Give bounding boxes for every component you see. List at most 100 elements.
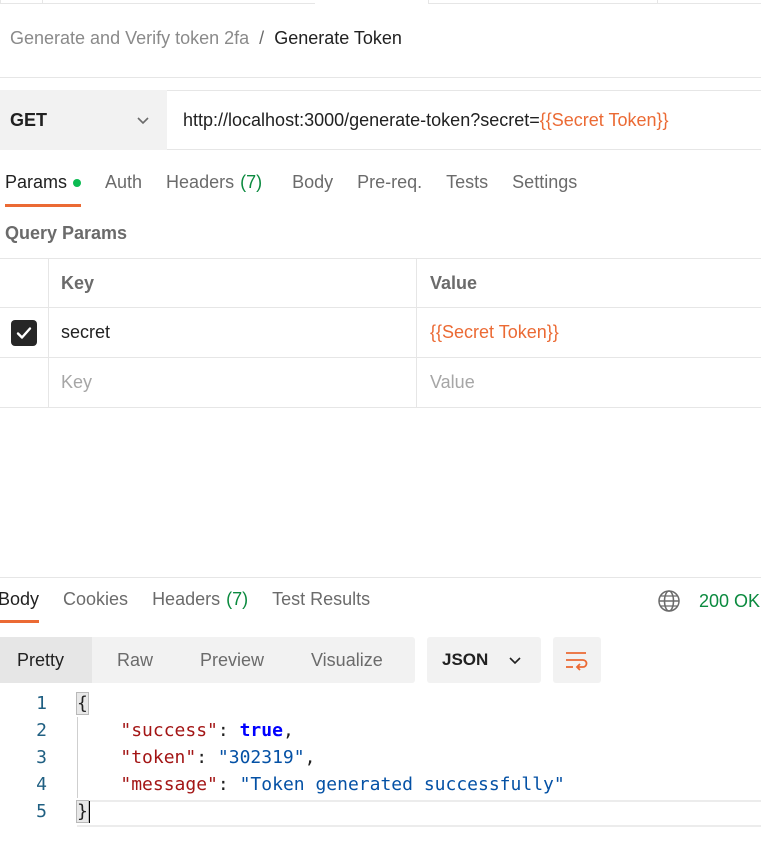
tab-auth[interactable]: Auth [105,172,142,207]
json-value: "302319" [217,747,305,768]
code-line: 5 } [0,798,761,825]
code-line: 2 "success": true, [0,717,761,744]
top-tab-strip [0,0,761,4]
new-value-input[interactable]: Value [417,358,761,407]
query-params-title: Query Params [5,223,128,243]
breadcrumb-separator: / [259,28,265,48]
new-key-input[interactable]: Key [49,358,417,407]
response-headers-count: (7) [226,589,249,609]
wrap-lines-icon [566,652,588,671]
response-body-editor[interactable]: 1 { 2 "success": true, 3 "token": "30231… [0,690,761,825]
tab-tests[interactable]: Tests [446,172,488,207]
open-brace: { [76,692,89,715]
header-divider [0,77,761,78]
view-pretty-button[interactable]: Pretty [0,637,92,683]
line-number: 4 [36,774,47,795]
close-brace: } [76,799,89,823]
line-number: 1 [36,693,47,714]
tab-settings[interactable]: Settings [512,172,577,207]
format-select[interactable]: JSON [427,637,541,683]
chevron-down-icon [509,657,521,665]
tab-test-results-label: Test Results [272,589,371,609]
url-variable: {{Secret Token}} [539,109,669,130]
table-header-row: Key Value [0,258,761,308]
tab-prereq[interactable]: Pre-req. [357,172,422,207]
request-url-bar: GET http://localhost:3000/generate-token… [0,90,761,150]
tab-response-headers[interactable]: Headers (7) [152,589,248,623]
table-row: secret {{Secret Token}} [0,308,761,358]
response-tabs: Body Cookies Headers (7) Test Results [0,589,394,623]
json-key: "token" [120,747,197,768]
json-value: true [239,720,283,741]
line-number: 2 [36,720,47,741]
query-params-table: Key Value secret {{Secret Token}} Key Va… [0,258,761,408]
tab-tests-label: Tests [446,172,489,192]
tab-response-headers-label: Headers [152,589,221,609]
headers-count: (7) [240,172,263,192]
tab-params[interactable]: Params [5,172,82,207]
code-text: { [76,692,89,715]
json-comma: , [282,720,294,741]
json-value: "Token generated successfully" [239,774,565,795]
tab-settings-label: Settings [512,172,578,192]
tab-cookies-label: Cookies [63,589,129,609]
globe-icon[interactable] [657,589,681,613]
code-line: 1 { [0,690,761,717]
param-enable-checkbox[interactable] [11,319,37,346]
method-label: GET [10,109,48,130]
code-text: } [76,799,90,823]
line-number: 5 [36,801,47,822]
table-row-empty: Key Value [0,358,761,408]
chevron-down-icon [137,117,149,125]
breadcrumb: Generate and Verify token 2fa / Generate… [10,28,402,49]
param-value-input[interactable]: {{Secret Token}} [417,308,761,357]
tab-test-results[interactable]: Test Results [272,589,370,623]
json-comma: , [304,747,316,768]
view-raw-button[interactable]: Raw [92,637,176,683]
view-preview-button[interactable]: Preview [176,637,291,683]
code-text: "message": "Token generated successfully… [120,774,565,795]
param-enable-cell [0,308,49,357]
request-tabs: Params Auth Headers (7) Body Pre-req. Tes… [5,172,601,207]
code-line: 3 "token": "302319", [0,744,761,771]
view-visualize-button[interactable]: Visualize [291,637,415,683]
key-column-header: Key [49,259,417,307]
wrap-lines-button[interactable] [553,637,601,683]
breadcrumb-request-name[interactable]: Generate Token [274,28,402,49]
top-tab-segment[interactable] [428,0,657,4]
format-label: JSON [442,650,489,669]
status-code[interactable]: 200 OK [699,591,760,612]
url-input[interactable]: http://localhost:3000/generate-token?sec… [167,90,761,150]
params-active-dot [73,178,82,187]
url-text: http://localhost:3000/generate-token?sec… [183,109,540,130]
value-column-header: Value [430,272,478,293]
check-icon [16,326,32,339]
tab-headers[interactable]: Headers (7) [166,172,262,207]
tab-auth-label: Auth [105,172,143,192]
tab-response-body-label: Body [0,589,40,609]
tab-body-label: Body [292,172,334,192]
top-tab-segment[interactable] [657,0,761,4]
code-text: "success": true, [120,720,294,741]
tab-body[interactable]: Body [292,172,333,207]
tab-headers-label: Headers [166,172,235,192]
tab-prereq-label: Pre-req. [357,172,423,192]
breadcrumb-collection[interactable]: Generate and Verify token 2fa [10,28,249,49]
response-divider [0,577,761,578]
method-select[interactable]: GET [0,90,167,150]
view-mode-group: Pretty Raw Preview Visualize [0,637,415,683]
line-number: 3 [36,747,47,768]
tab-params-label: Params [5,172,68,192]
top-tab-segment[interactable] [0,0,42,4]
checkbox-column-header [0,259,49,307]
response-status: 200 OK [657,589,760,613]
code-line: 4 "message": "Token generated successful… [0,771,761,798]
json-key: "success" [120,720,218,741]
json-key: "message" [120,774,218,795]
code-text: "token": "302319", [120,747,316,768]
tab-response-body[interactable]: Body [0,589,40,623]
top-tab-segment[interactable] [42,0,315,4]
tab-cookies[interactable]: Cookies [63,589,128,623]
empty-check-cell [0,358,49,407]
param-key-input[interactable]: secret [49,308,417,357]
